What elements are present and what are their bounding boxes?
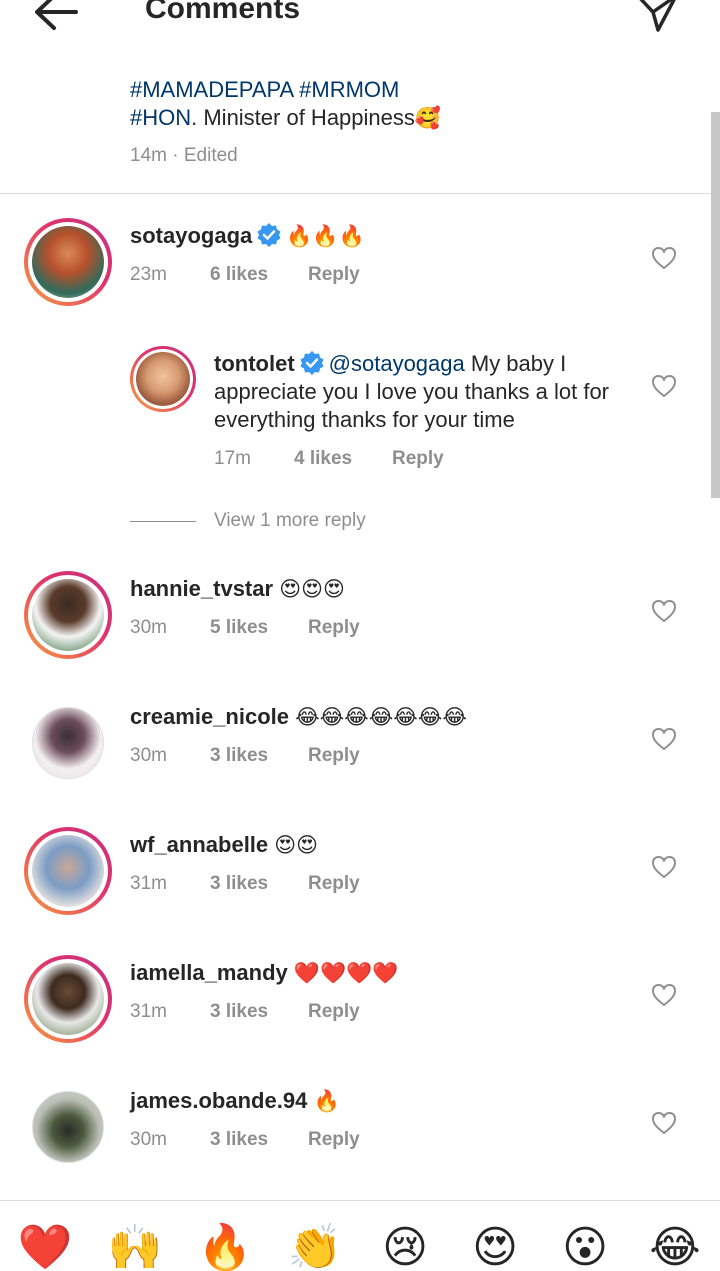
view-more-label: View 1 more reply [214,510,366,531]
heart-icon[interactable] [651,726,677,752]
comment-time: 17m [214,448,251,469]
reaction-clap-button[interactable]: 👏 [287,1220,343,1271]
hashtag-link[interactable]: #HON [130,105,191,130]
reply-button[interactable]: Reply [308,1001,360,1023]
reply-button[interactable]: Reply [308,745,360,767]
comment-meta: 30m 3 likes Reply [130,745,360,767]
comment-time: 31m [130,873,167,894]
comment-time: 23m [130,264,167,285]
comment-time: 30m [130,1129,167,1150]
heart-icon[interactable] [651,245,677,271]
post-caption: #MAMADEPAPA #MRMOM #HON. Minister of Hap… [130,76,690,132]
avatar[interactable] [32,707,104,779]
comment-body: iamella_mandy ❤️❤️❤️❤️ [130,959,630,987]
divider [0,193,720,194]
heart-icon[interactable] [651,982,677,1008]
caption-text: . Minister of Happiness [191,105,415,130]
hashtag-link[interactable]: #MAMADEPAPA [130,77,293,102]
paper-plane-icon [639,0,676,32]
comment-body: tontolet @sotayogaga My baby I appreciate… [214,350,624,434]
comment-text: 🔥🔥🔥 [286,224,365,248]
likes-count[interactable]: 3 likes [210,873,308,895]
heart-icon[interactable] [651,598,677,624]
view-more-replies-button[interactable]: View 1 more reply [130,510,366,532]
comment-body: james.obande.94 🔥 [130,1087,630,1115]
comment-text: 😍😍 [274,833,319,857]
reaction-fire-button[interactable]: 🔥 [197,1220,253,1271]
avatar[interactable] [32,1091,104,1163]
divider [0,1200,720,1201]
comment-time: 31m [130,1001,167,1022]
reaction-heart-eyes-button[interactable]: 😍 [467,1220,523,1271]
heart-icon[interactable] [651,373,677,399]
scrollbar[interactable] [711,112,720,498]
likes-count[interactable]: 6 likes [210,264,308,286]
reaction-laughing-button[interactable]: 😂 [647,1220,703,1271]
comment-body: hannie_tvstar 😍😍😍 [130,575,630,603]
edited-label: · Edited [166,145,238,166]
comment-text: 😍😍😍 [279,577,345,601]
likes-count[interactable]: 3 likes [210,1129,308,1151]
reply-button[interactable]: Reply [308,617,360,639]
reply-button[interactable]: Reply [392,448,444,470]
likes-count[interactable]: 5 likes [210,617,308,639]
likes-count[interactable]: 3 likes [210,1001,308,1023]
back-arrow-icon [35,0,78,30]
reaction-raised-hands-button[interactable]: 🙌 [107,1220,163,1271]
comment-username[interactable]: sotayogaga [130,223,252,248]
comment-meta: 30m 3 likes Reply [130,1129,360,1151]
comment-text: ❤️❤️❤️❤️ [293,961,399,985]
mention-link[interactable]: @sotayogaga [329,351,465,376]
comment-time: 30m [130,745,167,766]
comment-username[interactable]: iamella_mandy [130,960,288,985]
avatar[interactable] [130,346,196,412]
comment-time: 30m [130,617,167,638]
share-button[interactable] [632,0,682,36]
comment-username[interactable]: tontolet [214,351,295,376]
comment-body: creamie_nicole 😂😂😂😂😂😂😂 [130,703,650,731]
reaction-crying-button[interactable]: 😢 [377,1220,433,1271]
avatar[interactable] [24,955,112,1043]
comment-username[interactable]: hannie_tvstar [130,576,273,601]
comment-username[interactable]: creamie_nicole [130,704,289,729]
comment-meta: 31m 3 likes Reply [130,873,360,895]
likes-count[interactable]: 3 likes [210,745,308,767]
quick-reaction-bar: ❤️ 🙌 🔥 👏 😢 😍 😮 😂 [0,1220,720,1271]
heart-icon[interactable] [651,1110,677,1136]
comment-meta: 30m 5 likes Reply [130,617,360,639]
reply-button[interactable]: Reply [308,873,360,895]
post-time: 14m [130,145,167,166]
post-meta: 14m · Edited [130,145,238,167]
avatar[interactable] [24,827,112,915]
top-bar: Comments [0,0,720,40]
comment-username[interactable]: james.obande.94 [130,1088,307,1113]
page-title: Comments [145,0,301,25]
reaction-surprised-button[interactable]: 😮 [557,1220,613,1271]
comment-body: sotayogaga 🔥🔥🔥 [130,222,630,250]
comment-text: 😂😂😂😂😂😂😂 [295,705,467,729]
reply-button[interactable]: Reply [308,1129,360,1151]
comment-text: 🔥 [313,1089,340,1113]
caption-emoji: 🥰 [414,106,442,130]
verified-badge-icon [257,223,281,247]
avatar[interactable] [24,218,112,306]
comment-meta: 23m 6 likes Reply [130,264,360,286]
heart-icon[interactable] [651,854,677,880]
back-button[interactable] [30,0,82,34]
verified-badge-icon [300,351,324,375]
reply-button[interactable]: Reply [308,264,360,286]
comment-meta: 17m 4 likes Reply [214,448,444,470]
reaction-heart-button[interactable]: ❤️ [17,1220,73,1271]
comment-body: wf_annabelle 😍😍 [130,831,630,859]
divider-line [130,520,196,522]
likes-count[interactable]: 4 likes [294,448,392,470]
hashtag-link[interactable]: #MRMOM [299,77,399,102]
comment-meta: 31m 3 likes Reply [130,1001,360,1023]
comment-username[interactable]: wf_annabelle [130,832,268,857]
avatar[interactable] [24,571,112,659]
